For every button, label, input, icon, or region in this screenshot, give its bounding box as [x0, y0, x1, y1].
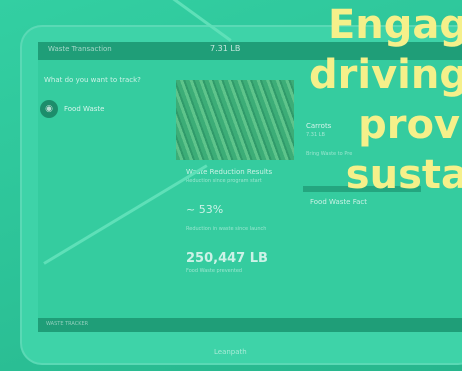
weight-display: 7.31 LB: [210, 44, 241, 53]
results-subtitle: Reduction since program start: [186, 178, 262, 184]
headline-line-3: prov: [358, 102, 460, 148]
track-question: What do you want to track?: [44, 76, 141, 84]
app-header-title: Waste Transaction: [48, 45, 112, 53]
pounds-subtitle: Food Waste prevented: [186, 268, 243, 274]
pounds-prevented: 250,447 LB: [186, 251, 268, 266]
headline-line-4: susta: [345, 152, 462, 198]
category-food-waste[interactable]: ◉ Food Waste: [40, 100, 104, 118]
reduction-percent: ~ 53%: [186, 203, 224, 216]
waste-bin-icon: ◉: [40, 100, 58, 118]
headline-line-1: Engag: [327, 2, 462, 48]
brand-logo: Leanpath: [214, 348, 247, 356]
reduction-since: Reduction in waste since launch: [186, 226, 267, 232]
category-label: Food Waste: [64, 105, 105, 113]
headline-line-2: driving: [309, 52, 462, 98]
footer-status: WASTE TRACKER: [46, 321, 89, 327]
headline-overlay: Engag driving prov susta: [262, 0, 462, 200]
app-footer-bar: WASTE TRACKER: [38, 318, 462, 332]
